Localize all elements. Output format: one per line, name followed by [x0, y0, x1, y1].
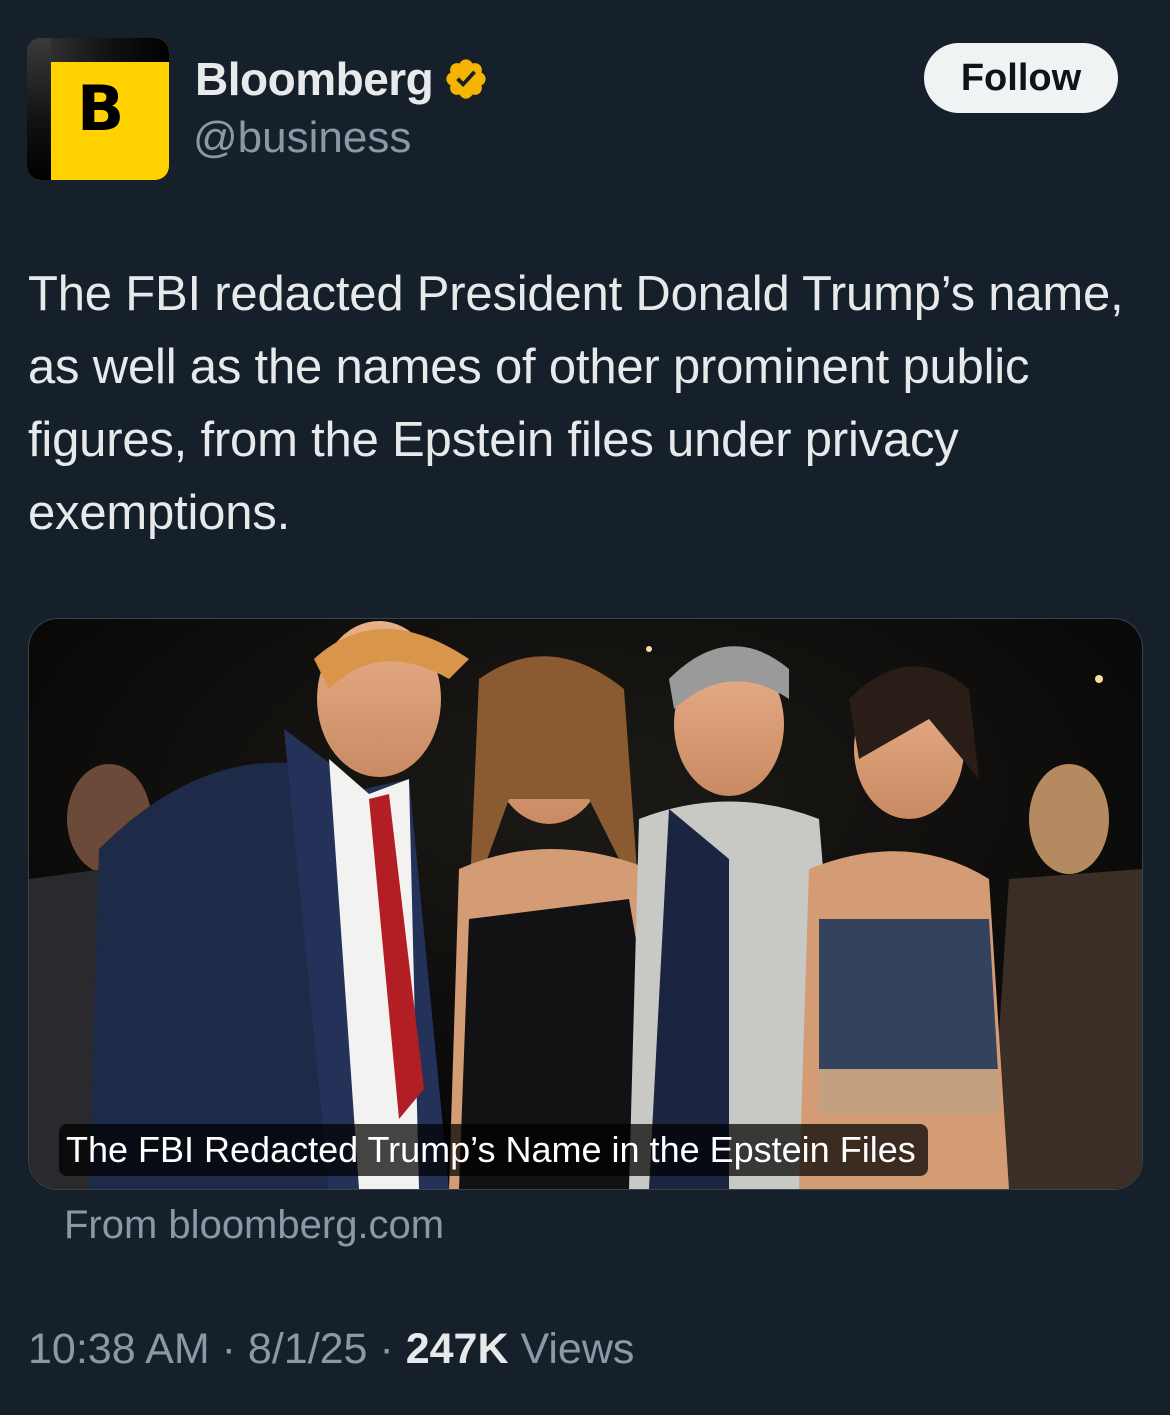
avatar[interactable]: B [27, 38, 169, 180]
views-count: 247K [405, 1325, 509, 1373]
card-source[interactable]: From bloomberg.com [64, 1203, 444, 1248]
views-label: Views [520, 1325, 635, 1373]
link-card[interactable]: The FBI Redacted Trump’s Name in the Eps… [28, 618, 1143, 1190]
follow-button[interactable]: Follow [924, 43, 1118, 113]
author-name-row: Bloomberg [195, 52, 489, 106]
tweet-time[interactable]: 10:38 AM [28, 1325, 210, 1373]
card-photo [29, 619, 1142, 1189]
tweet: B Bloomberg @business Follow The FBI red… [0, 0, 1170, 1415]
tweet-text: The FBI redacted President Donald Trump’… [28, 267, 1124, 540]
tweet-date[interactable]: 8/1/25 [248, 1325, 368, 1373]
author-handle[interactable]: @business [193, 113, 411, 163]
verified-badge-icon [446, 59, 486, 99]
card-headline[interactable]: The FBI Redacted Trump’s Name in the Eps… [59, 1124, 928, 1176]
avatar-shade [27, 38, 51, 180]
avatar-letter: B [77, 72, 125, 145]
meta-separator: · [221, 1325, 236, 1373]
meta-separator: · [379, 1325, 394, 1373]
author-display-name[interactable]: Bloomberg [195, 52, 434, 106]
tweet-meta: 10:38 AM · 8/1/25 · 247K Views [28, 1325, 634, 1374]
